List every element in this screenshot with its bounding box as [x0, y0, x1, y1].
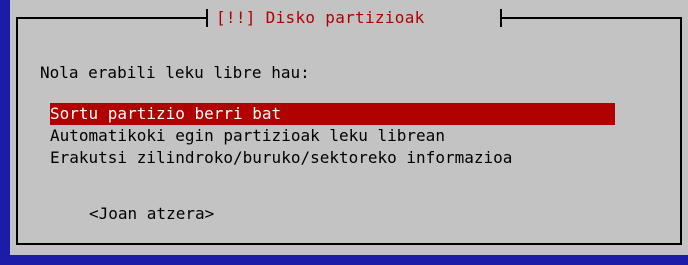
option-create-new-partition[interactable]: Sortu partizio berri bat	[50, 103, 615, 125]
option-auto-partition-free-space[interactable]: Automatikoki egin partizioak leku librea…	[50, 125, 630, 147]
title-bracket-right	[500, 9, 502, 27]
frame-top-left-line	[16, 17, 206, 19]
partition-dialog: [!!] Disko partizioak Nola erabili leku …	[10, 0, 688, 255]
options-menu: Sortu partizio berri bat Automatikoki eg…	[50, 103, 630, 169]
option-show-cylinder-head-sector-info[interactable]: Erakutsi zilindroko/buruko/sektoreko inf…	[50, 147, 630, 169]
title-bracket-left	[206, 9, 208, 27]
go-back-button[interactable]: <Joan atzera>	[89, 203, 214, 225]
dialog-question: Nola erabili leku libre hau:	[40, 63, 310, 82]
dialog-title: [!!] Disko partizioak	[216, 8, 425, 27]
frame-bottom-line	[16, 243, 682, 245]
installer-screen: [!!] Disko partizioak Nola erabili leku …	[0, 0, 688, 265]
frame-top-right-line	[502, 17, 682, 19]
